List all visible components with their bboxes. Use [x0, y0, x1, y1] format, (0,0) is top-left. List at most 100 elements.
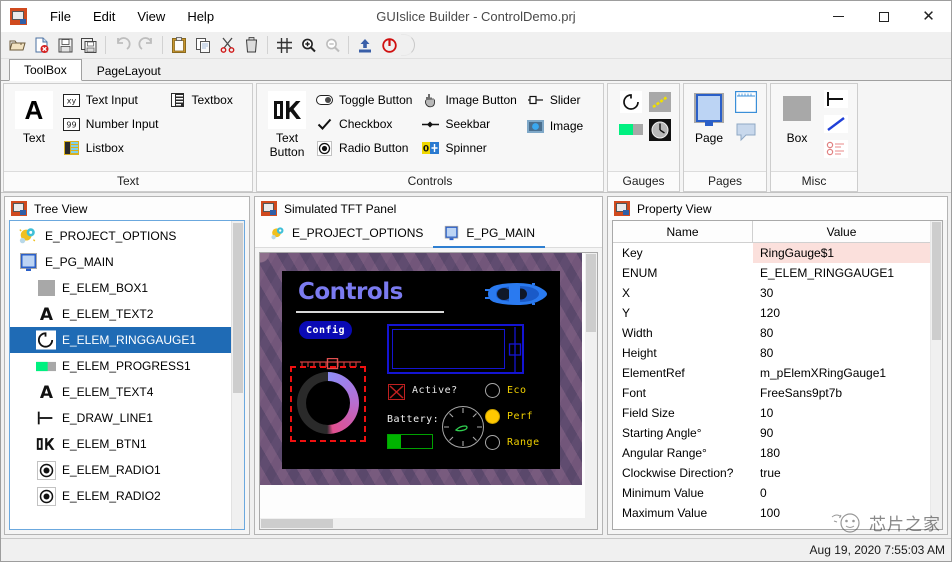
- property-scroll-thumb[interactable]: [932, 222, 941, 340]
- tool-text[interactable]: A Text: [8, 88, 60, 171]
- config-button[interactable]: Config: [299, 321, 352, 339]
- tool-line[interactable]: [819, 88, 853, 113]
- tool-image-button[interactable]: Image Button: [419, 88, 523, 112]
- copy-icon[interactable]: [192, 34, 214, 56]
- tool-radial-gauge[interactable]: [645, 117, 674, 145]
- property-value[interactable]: true: [753, 466, 930, 480]
- tool-page[interactable]: Page: [688, 88, 730, 171]
- ring-gauge-widget[interactable]: [297, 372, 359, 434]
- active-checkbox[interactable]: [388, 384, 405, 400]
- table-row[interactable]: Field Size 10: [613, 403, 930, 423]
- table-row[interactable]: Maximum Value 100: [613, 503, 930, 523]
- property-value[interactable]: 100: [753, 506, 930, 520]
- tree-scroll-thumb[interactable]: [233, 223, 243, 393]
- table-row[interactable]: Width 80: [613, 323, 930, 343]
- zoom-in-icon[interactable]: [297, 34, 319, 56]
- box-widget[interactable]: [387, 324, 524, 374]
- property-value[interactable]: 80: [753, 346, 930, 360]
- property-value[interactable]: 10: [753, 406, 930, 420]
- tool-seekbar[interactable]: Seekbar: [419, 112, 523, 136]
- property-value[interactable]: 80: [753, 326, 930, 340]
- tool-group[interactable]: [819, 138, 853, 163]
- radio-option-eco[interactable]: Eco: [485, 383, 527, 398]
- table-row[interactable]: Clockwise Direction? true: [613, 463, 930, 483]
- tree-item-radio1[interactable]: E_ELEM_RADIO1: [10, 457, 231, 483]
- tool-checkbox[interactable]: Checkbox: [313, 112, 419, 136]
- tool-text-input[interactable]: xy Text Input: [60, 88, 166, 112]
- minimize-button[interactable]: [816, 1, 861, 32]
- property-value[interactable]: FreeSans9pt7b: [753, 386, 930, 400]
- property-value[interactable]: 180: [753, 446, 930, 460]
- tft-horizontal-scrollbar[interactable]: [260, 518, 597, 529]
- tree-vertical-scrollbar[interactable]: [231, 221, 244, 529]
- undo-icon[interactable]: [111, 34, 133, 56]
- tft-vertical-scrollbar[interactable]: [585, 253, 597, 518]
- property-value[interactable]: 0: [753, 486, 930, 500]
- table-row[interactable]: Angular Range° 180: [613, 443, 930, 463]
- tool-radio-button[interactable]: Radio Button: [313, 136, 419, 160]
- menu-item-file[interactable]: File: [39, 3, 82, 30]
- tree-item-ringgauge1[interactable]: E_ELEM_RINGGAUGE1: [10, 327, 231, 353]
- column-header-value[interactable]: Value: [753, 221, 930, 242]
- tree-item-text4[interactable]: A E_ELEM_TEXT4: [10, 379, 231, 405]
- maximize-button[interactable]: [861, 1, 906, 32]
- radio-option-perf[interactable]: Perf: [485, 409, 533, 424]
- tool-spinner[interactable]: 0 Spinner: [419, 136, 523, 160]
- table-row[interactable]: X 30: [613, 283, 930, 303]
- property-value[interactable]: 120: [753, 306, 930, 320]
- tool-slider[interactable]: Slider: [524, 88, 599, 112]
- tree-item-pg-main[interactable]: E_PG_MAIN: [10, 249, 231, 275]
- paste-icon[interactable]: [168, 34, 190, 56]
- table-row[interactable]: ENUM E_ELEM_RINGGAUGE1: [613, 263, 930, 283]
- column-header-name[interactable]: Name: [613, 221, 753, 242]
- zoom-out-icon[interactable]: [321, 34, 343, 56]
- tool-base-page[interactable]: [730, 88, 762, 118]
- vertical-slider-widget[interactable]: [508, 327, 522, 371]
- menu-item-help[interactable]: Help: [176, 3, 225, 30]
- table-row[interactable]: Height 80: [613, 343, 930, 363]
- tft-tab-project-options[interactable]: E_PROJECT_OPTIONS: [259, 220, 433, 248]
- tree-item-draw-line1[interactable]: E_DRAW_LINE1: [10, 405, 231, 431]
- tool-toggle-button[interactable]: Toggle Button: [313, 88, 419, 112]
- battery-progress-bar[interactable]: [387, 434, 433, 449]
- property-value[interactable]: RingGauge$1: [753, 243, 930, 263]
- tool-progress-bar[interactable]: [616, 117, 645, 145]
- tree-item-box1[interactable]: E_ELEM_BOX1: [10, 275, 231, 301]
- tool-image[interactable]: Image: [524, 114, 599, 138]
- table-row[interactable]: Y 120: [613, 303, 930, 323]
- tool-draw-line[interactable]: [819, 113, 853, 138]
- table-row[interactable]: ElementRef m_pElemXRingGauge1: [613, 363, 930, 383]
- table-row[interactable]: Font FreeSans9pt7b: [613, 383, 930, 403]
- open-icon[interactable]: [6, 34, 28, 56]
- close-file-icon[interactable]: [30, 34, 52, 56]
- property-value[interactable]: m_pElemXRingGauge1: [753, 366, 930, 380]
- radio-option-range[interactable]: Range: [485, 435, 540, 450]
- tool-listbox[interactable]: Listbox: [60, 136, 166, 160]
- exit-icon[interactable]: [378, 34, 400, 56]
- redo-icon[interactable]: [135, 34, 157, 56]
- tft-stage[interactable]: Controls: [260, 253, 597, 518]
- tft-vscroll-thumb[interactable]: [586, 254, 596, 332]
- table-row[interactable]: Starting Angle° 90: [613, 423, 930, 443]
- save-as-icon[interactable]: [78, 34, 100, 56]
- tree-item-radio2[interactable]: E_ELEM_RADIO2: [10, 483, 231, 509]
- tool-popup-page[interactable]: [730, 118, 762, 148]
- save-icon[interactable]: [54, 34, 76, 56]
- table-row[interactable]: Key RingGauge$1: [613, 243, 930, 263]
- tab-toolbox[interactable]: ToolBox: [9, 59, 82, 81]
- tree-item-project-options[interactable]: E_PROJECT_OPTIONS: [10, 223, 231, 249]
- tool-box[interactable]: Box: [775, 88, 819, 171]
- menu-item-view[interactable]: View: [126, 3, 176, 30]
- tft-screen[interactable]: Controls: [282, 271, 560, 469]
- close-button[interactable]: ✕: [906, 1, 951, 32]
- tft-hscroll-thumb[interactable]: [261, 519, 333, 528]
- property-value[interactable]: E_ELEM_RINGGAUGE1: [753, 266, 930, 280]
- property-value[interactable]: 30: [753, 286, 930, 300]
- tree-item-text2[interactable]: A E_ELEM_TEXT2: [10, 301, 231, 327]
- export-icon[interactable]: [354, 34, 376, 56]
- grid-icon[interactable]: [273, 34, 295, 56]
- property-vertical-scrollbar[interactable]: [930, 221, 942, 529]
- tool-textbox[interactable]: Textbox: [166, 88, 249, 112]
- tab-pagelayout[interactable]: PageLayout: [82, 60, 176, 81]
- tft-tab-pg-main[interactable]: E_PG_MAIN: [433, 220, 545, 248]
